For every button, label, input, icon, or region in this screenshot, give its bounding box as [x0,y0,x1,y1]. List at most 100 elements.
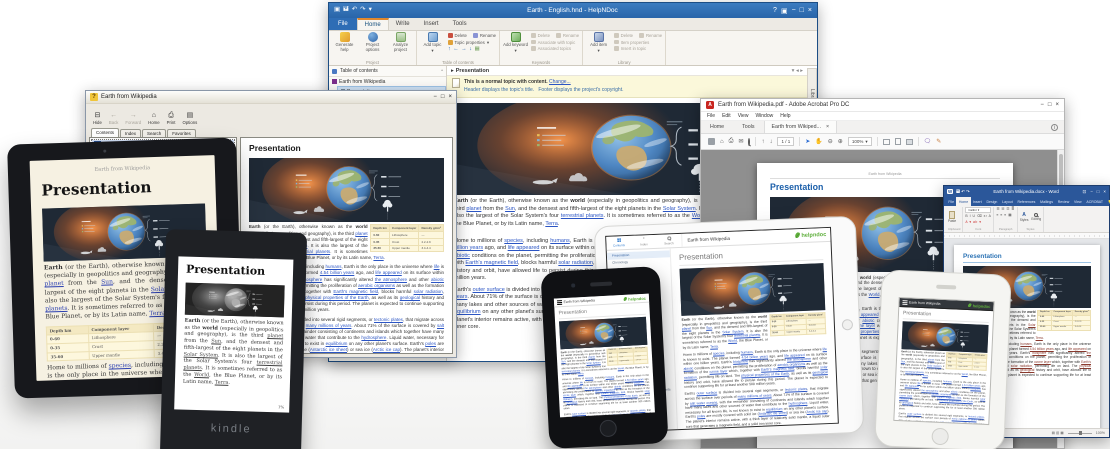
fullscreen-icon[interactable] [906,139,913,145]
kindle-screen[interactable]: Presentation Earth (or the Earth), other… [174,256,293,412]
inline-link[interactable]: World [194,372,209,378]
print-icon[interactable]: ⎙ [729,138,734,145]
nav-search[interactable]: Search [656,234,682,248]
maximize-button[interactable]: □ [800,7,804,14]
help-button[interactable]: ? [773,7,777,14]
maximize-button[interactable]: □ [441,94,445,100]
inline-link[interactable]: Solar System [663,206,696,212]
ribbon-options-button[interactable]: ⊡ [1083,189,1087,195]
inline-link[interactable]: poles [425,341,436,346]
zoom-in-icon[interactable]: ⊕ [838,138,843,145]
maximize-button[interactable]: □ [1097,189,1100,194]
inline-link[interactable]: physical properties of the Earth [939,399,973,403]
inline-link[interactable]: Terra [545,221,558,227]
add-topic-button[interactable]: Add topic ▾ [420,32,445,53]
inline-link[interactable]: tectonic plates [785,387,808,392]
inline-link[interactable]: terrestrial planets [905,370,924,374]
inline-link[interactable]: biosphere [1032,351,1046,355]
inline-link[interactable]: salt water [690,401,705,406]
search-icon[interactable] [748,139,750,145]
fit-page-icon[interactable] [895,138,901,145]
inline-link[interactable]: World [962,372,968,375]
redo-icon[interactable]: ↷ [360,5,365,16]
list-buttons[interactable]: ☰ ☱ ☲ ≣ [996,207,1014,212]
inline-link[interactable]: equilibrium [326,341,348,346]
inline-link[interactable]: planet [355,231,367,236]
inline-link[interactable]: World [728,339,737,343]
inline-link[interactable]: World [869,292,880,297]
tab-acrobat[interactable]: ACROBAT [1084,197,1105,206]
home-button[interactable] [842,319,853,330]
save-icon[interactable] [708,138,715,145]
move-right-icon[interactable]: → [461,47,467,53]
tell-me-box[interactable]: 💡 Tell me [1105,197,1110,206]
inline-link[interactable]: Sun [505,206,515,212]
inline-link[interactable]: biosphere [733,359,748,364]
mobile-article[interactable]: Presentation Depth kmComponent layerDens… [554,303,655,418]
inline-link[interactable]: many millions of years [306,323,352,328]
font-name-box[interactable]: Calibri ▾ [965,207,991,213]
inline-link[interactable]: many millions of years [737,393,771,398]
inline-link[interactable]: life appeared [1068,347,1086,351]
inline-link[interactable]: poles [697,414,705,418]
inline-link[interactable]: salt water [940,421,951,424]
nav-contents[interactable]: Contents [606,236,632,250]
add-keyword-button[interactable]: Add keyword ▾ [503,32,528,53]
select-tool-icon[interactable]: ➤ [805,138,810,145]
tab-search[interactable]: Search [142,129,166,137]
associated-topics-button[interactable]: Associated topics [531,46,579,51]
fit-width-icon[interactable] [883,139,890,145]
inline-link[interactable]: Earth's magnetic field [333,289,378,294]
minimize-button[interactable]: − [433,94,437,100]
move-left-icon[interactable]: ← [453,47,459,53]
close-button[interactable]: × [1055,102,1059,108]
inline-link[interactable]: life appeared [567,384,581,388]
menu-window[interactable]: Window [755,113,773,119]
inline-link[interactable]: humans [325,264,341,269]
close-button[interactable]: × [808,7,812,14]
hide-button[interactable]: ⊟Hide [93,112,102,125]
inline-link[interactable]: life appeared [905,385,919,389]
undo-icon[interactable]: ↶ [352,5,357,16]
inline-link[interactable]: terrestrial planets [561,213,604,219]
inline-link[interactable]: Sun [101,279,113,286]
inline-link[interactable]: ozone layer [1034,360,1051,364]
inline-link[interactable]: species [923,379,931,382]
align-buttons[interactable]: ≡ ≡ ≡ ▦ [996,213,1014,218]
comment-icon[interactable]: 🗨 [924,138,932,145]
topic-nav-buttons[interactable]: ▾ ◂ ▸ [792,68,803,74]
inline-link[interactable]: Arctic ice cap [373,347,400,352]
previous-page-icon[interactable]: ↑ [761,139,764,145]
tab-index[interactable]: Index [120,129,141,137]
inline-link[interactable]: Terra [578,372,584,375]
zoom-slider[interactable] [1068,433,1092,434]
inline-link[interactable]: Terra [373,255,383,260]
tab-write[interactable]: Write [389,18,417,30]
inline-link[interactable]: humans [943,380,952,383]
inline-link[interactable]: solar radiation [558,260,593,266]
inline-link[interactable]: the atmosphere [375,277,407,282]
print-button[interactable]: ⎙Print [167,112,176,125]
move-up-icon[interactable]: ↑ [448,47,451,53]
webhelp-article[interactable]: Presentation Depth kmComponent layerDens… [671,242,838,429]
inline-link[interactable]: planet [588,356,595,359]
inline-link[interactable]: life appeared [508,245,540,251]
associate-with-topic-button[interactable]: Associate with topic [531,40,579,45]
move-down-icon[interactable]: ↓ [469,47,472,53]
qat-icons[interactable]: 🖬 ↶ ↷ [956,188,970,196]
nav-index[interactable]: *Index [631,235,657,249]
fill-sign-icon[interactable]: ✎ [936,138,941,145]
inline-link[interactable]: geological [566,400,577,404]
inline-link[interactable]: Earth's magnetic field [465,260,518,266]
tab-view[interactable]: View [1072,197,1084,206]
zoom-level[interactable]: 100% ▾ [848,137,872,146]
inline-link[interactable]: biosphere [970,388,981,391]
inline-link[interactable]: abiotic [862,318,874,323]
inline-link[interactable]: tectonic plates [374,317,403,322]
inline-link[interactable]: outer surface [572,412,586,416]
inline-link[interactable]: planet [928,358,935,361]
inline-link[interactable]: Terra [922,374,928,377]
save-icon[interactable]: 🖬 [343,5,349,16]
inline-link[interactable]: geological [1020,368,1034,372]
hand-tool-icon[interactable]: ✋ [815,138,822,145]
